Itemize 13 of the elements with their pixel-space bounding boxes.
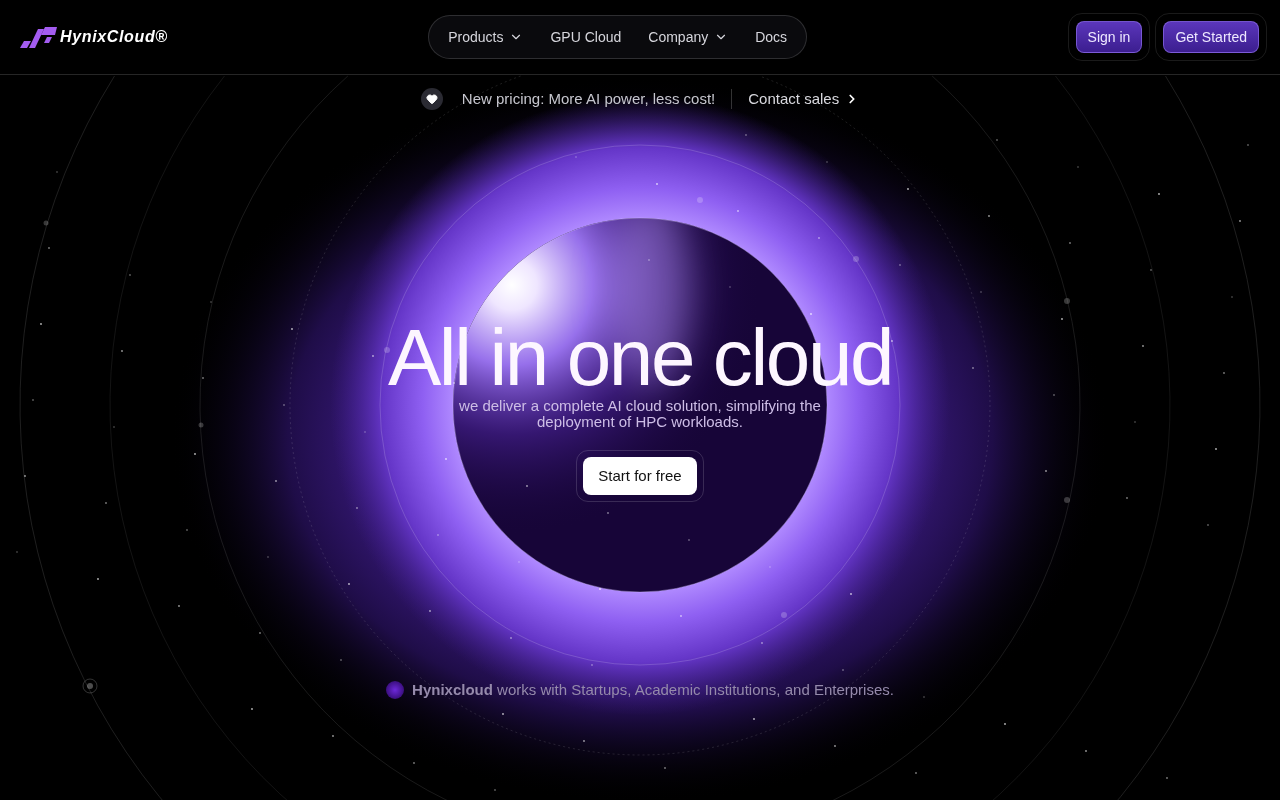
announcement-text: New pricing: More AI power, less cost! [461,88,716,109]
get-started-button[interactable]: Get Started [1163,21,1259,53]
nav-link[interactable]: Docs [755,26,788,48]
nav-link[interactable]: Products [448,26,524,48]
sign-in-button[interactable]: Sign in [1075,21,1143,53]
partners-note: Hynixcloud works with Startups, Academic Institutions, and Enterprises. [412,680,894,700]
logo-icon [20,26,57,48]
nav-link[interactable]: GPU Cloud [550,26,622,48]
home-logo-link[interactable]: HynixCloud® [20,25,168,49]
contact-sales-link[interactable]: Contact sales [748,87,860,111]
start-for-free-button[interactable]: Start for free [583,457,697,495]
nav-link[interactable]: Company [648,26,729,48]
hero-subtitle: we deliver a complete AI cloud solution, simplifying the deployment of HPC workloads. [458,398,822,430]
